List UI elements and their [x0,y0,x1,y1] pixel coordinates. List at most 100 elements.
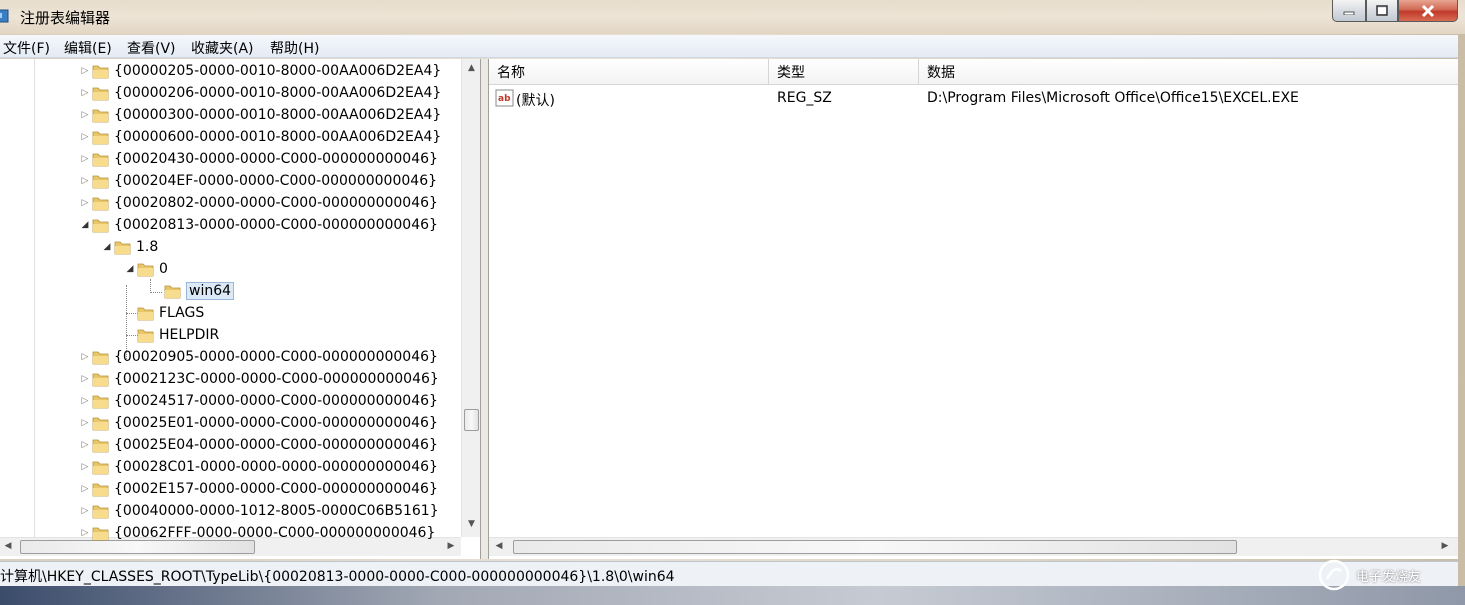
tree-node-label: {00028C01-0000-0000-0000-000000000046} [114,459,438,475]
minimize-button[interactable] [1332,0,1366,22]
tree-vertical-scrollbar[interactable]: ▲ ▼ [461,59,480,537]
expand-arrow-icon[interactable]: ▷ [78,176,92,186]
folder-icon [137,263,154,277]
collapse-arrow-icon[interactable]: ◢ [78,220,92,230]
scroll-right-icon[interactable]: ▶ [445,541,457,551]
list-horizontal-scrollbar[interactable]: ◀ ▶ [489,537,1458,556]
tree-node[interactable]: ▷ {00020430-0000-0000-C000-000000000046} [78,149,438,169]
tree-node-label: {0002123C-0000-0000-C000-000000000046} [114,371,439,387]
folder-icon [92,483,109,497]
tree-node[interactable]: ◢ {00020813-0000-0000-C000-000000000046} [78,215,438,235]
folder-icon [137,307,154,321]
tree-node[interactable]: ▷ {0002E157-0000-0000-C000-000000000046} [78,479,438,499]
expand-arrow-icon[interactable]: ▷ [78,440,92,450]
folder-icon [92,175,109,189]
column-header-data[interactable]: 数据 [919,59,1458,85]
collapse-arrow-icon[interactable]: ◢ [100,242,114,252]
column-header-type[interactable]: 类型 [769,59,919,85]
folder-icon [92,527,109,541]
tree-node[interactable]: ▷ {00000300-0000-0010-8000-00AA006D2EA4} [78,105,442,125]
column-data-label: 数据 [927,64,955,81]
tree-node[interactable]: ◢ 0 [123,259,168,279]
scroll-down-icon[interactable]: ▼ [462,519,480,529]
tree-node[interactable]: ▷ {00028C01-0000-0000-0000-000000000046} [78,457,438,477]
scroll-right-icon[interactable]: ▶ [1439,541,1451,551]
expand-arrow-icon[interactable]: ▷ [78,66,92,76]
folder-icon [92,505,109,519]
scroll-left-icon[interactable]: ◀ [2,541,14,551]
pane-splitter[interactable] [481,59,488,559]
tree-node[interactable]: ▷ {00025E01-0000-0000-C000-000000000046} [78,413,438,433]
tree-node[interactable]: ◢ 1.8 [100,237,159,257]
expand-arrow-icon[interactable]: ▷ [78,506,92,516]
tree-node[interactable]: ▷ {0002123C-0000-0000-C000-000000000046} [78,369,439,389]
expand-arrow-icon[interactable]: ▷ [78,396,92,406]
tree-node[interactable]: ▷ {00000205-0000-0010-8000-00AA006D2EA4} [78,61,442,81]
expand-arrow-icon[interactable]: ▷ [78,110,92,120]
values-list[interactable]: 名称 类型 数据 ab (默认) REG_SZ D:\Program Files… [488,59,1458,559]
minimize-icon [1343,11,1355,15]
expand-arrow-icon[interactable]: ▷ [78,484,92,494]
tree-node[interactable]: ▷ {00062FFF-0000-0000-C000-000000000046} [78,523,436,543]
tree-node-label: {00000205-0000-0010-8000-00AA006D2EA4} [114,63,442,79]
close-button[interactable] [1398,0,1458,22]
scroll-thumb[interactable] [513,540,1237,554]
menu-bar: 文件(F) 编辑(E) 查看(V) 收藏夹(A) 帮助(H) [0,35,1458,58]
scroll-up-icon[interactable]: ▲ [462,63,480,73]
tree-node-label: FLAGS [159,305,205,321]
tree-node[interactable]: ▷ {00020905-0000-0000-C000-000000000046} [78,347,438,367]
menu-edit[interactable]: 编辑(E) [64,38,112,58]
folder-icon [92,395,109,409]
status-bar: 计算机\HKEY_CLASSES_ROOT\TypeLib\{00020813-… [0,561,1458,586]
tree-node-label: 0 [159,261,168,277]
expand-arrow-icon[interactable]: ▷ [78,374,92,384]
maximize-button[interactable] [1366,0,1398,22]
value-name: (默认) [516,93,555,109]
column-type-label: 类型 [777,64,805,81]
expand-arrow-icon[interactable]: ▷ [78,528,92,538]
menu-view[interactable]: 查看(V) [127,38,176,58]
menu-favorites[interactable]: 收藏夹(A) [191,38,254,58]
column-header-name[interactable]: 名称 [489,59,769,85]
watermark-text: 电子发烧友 [1356,569,1422,585]
menu-file[interactable]: 文件(F) [3,38,50,58]
folder-icon [92,65,109,79]
tree-node[interactable]: ▷ {00025E04-0000-0000-C000-000000000046} [78,435,438,455]
scroll-left-icon[interactable]: ◀ [493,541,505,551]
tree-node[interactable]: ▷ {00040000-0000-1012-8005-0000C06B5161} [78,501,439,521]
expand-arrow-icon[interactable]: ▷ [78,88,92,98]
expand-arrow-icon[interactable]: ▷ [78,198,92,208]
tree-node[interactable]: ▷ {000204EF-0000-0000-C000-000000000046} [78,171,437,191]
folder-icon [92,197,109,211]
registry-editor-icon [0,9,9,23]
tree-node[interactable]: FLAGS [123,303,204,323]
expand-arrow-icon[interactable]: ▷ [78,132,92,142]
collapse-arrow-icon[interactable]: ◢ [123,264,137,274]
tree-node[interactable]: ▷ {00020802-0000-0000-C000-000000000046} [78,193,438,213]
tree-node[interactable]: ▷ {00024517-0000-0000-C000-000000000046} [78,391,438,411]
expand-arrow-icon[interactable]: ▷ [78,352,92,362]
expand-arrow-icon[interactable]: ▷ [78,154,92,164]
tree-node[interactable]: ▷ {00000206-0000-0010-8000-00AA006D2EA4} [78,83,442,103]
expand-arrow-icon[interactable]: ▷ [78,462,92,472]
tree-node[interactable]: ▷ {00000600-0000-0010-8000-00AA006D2EA4} [78,127,442,147]
expand-arrow-icon[interactable]: ▷ [78,418,92,428]
folder-icon [92,461,109,475]
watermark: 电子发烧友 [1318,555,1458,595]
tree-node-label: {0002E157-0000-0000-C000-000000000046} [114,481,438,497]
folder-icon [92,153,109,167]
tree-node-label: HELPDIR [159,327,220,343]
scroll-thumb[interactable] [464,409,479,431]
menu-help[interactable]: 帮助(H) [270,38,319,58]
desktop-background [0,586,1465,605]
watermark-logo-icon [1318,559,1350,591]
folder-icon [92,87,109,101]
title-bar: 注册表编辑器 [0,0,1465,34]
registry-tree[interactable]: ▲ ▼ ◀ ▶ ▷ {00000205-0000-0010-8000-00AA00… [0,59,481,559]
close-icon [1421,4,1435,17]
tree-node[interactable]: HELPDIR [123,325,219,345]
tree-node-label: win64 [186,282,235,300]
tree-node-label: {00025E04-0000-0000-C000-000000000046} [114,437,438,453]
tree-node[interactable]: win64 [150,281,235,301]
tree-node-label: {00000600-0000-0010-8000-00AA006D2EA4} [114,129,442,145]
